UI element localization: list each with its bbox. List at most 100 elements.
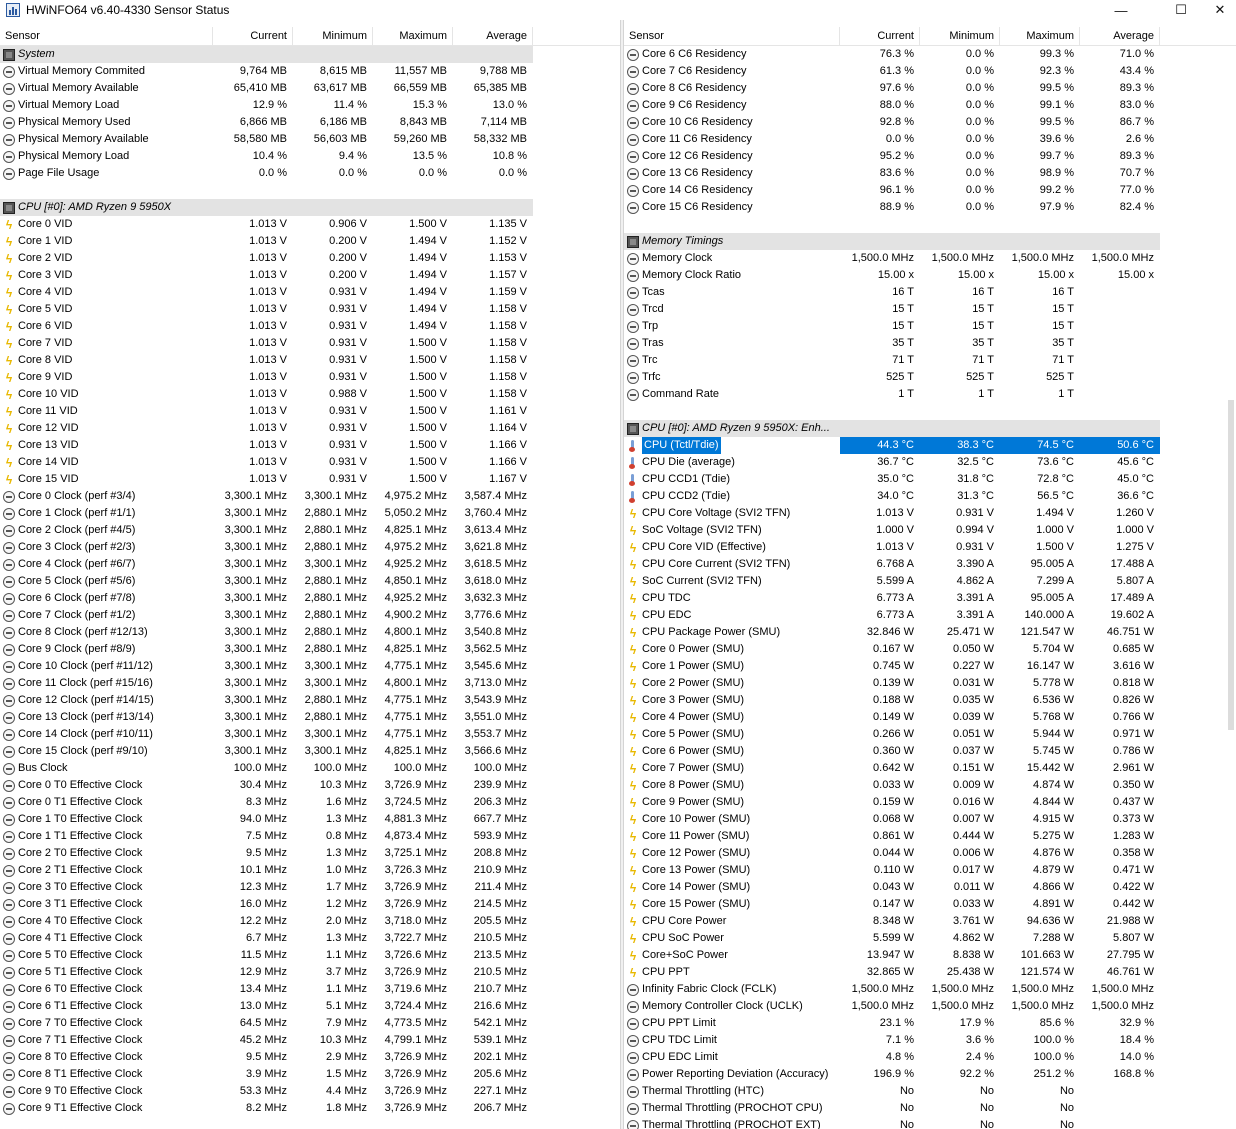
sensor-row[interactable]: Core 5 T0 Effective Clock 11.5 MHz 1.1 MHz…	[0, 947, 620, 964]
sensor-row[interactable]: Core 8 Clock (perf #12/13) 3,300.1 MHz 2,8…	[0, 624, 620, 641]
sensor-row[interactable]: ϟ Core 7 VID 1.013 V 0.931 V 1.500 V 1.158 V	[0, 335, 620, 352]
sensor-row[interactable]: Core 10 Clock (perf #11/12) 3,300.1 MHz 3,…	[0, 658, 620, 675]
sensor-row[interactable]: ϟ Core 12 Power (SMU) 0.044 W 0.006 W 4.876 …	[624, 845, 1236, 862]
sensor-row[interactable]: Core 14 C6 Residency 96.1 % 0.0 % 99.2 % 77.…	[624, 182, 1236, 199]
sensor-row[interactable]: ϟ Core 3 Power (SMU) 0.188 W 0.035 W 6.536 W…	[624, 692, 1236, 709]
sensor-row[interactable]: Power Reporting Deviation (Accuracy) 196.…	[624, 1066, 1236, 1083]
sensor-row[interactable]: ϟ Core 2 Power (SMU) 0.139 W 0.031 W 5.778 W…	[624, 675, 1236, 692]
sensor-row[interactable]: CPU TDC Limit 7.1 % 3.6 % 100.0 % 18.4 %	[624, 1032, 1236, 1049]
sensor-row[interactable]: ϟ CPU EDC 6.773 A 3.391 A 140.000 A 19.602 A	[624, 607, 1236, 624]
sensor-row[interactable]: Core 11 Clock (perf #15/16) 3,300.1 MHz 3,…	[0, 675, 620, 692]
sensor-row[interactable]: ϟ Core 3 VID 1.013 V 0.200 V 1.494 V 1.157 V	[0, 267, 620, 284]
sensor-row[interactable]: ϟ Core 5 Power (SMU) 0.266 W 0.051 W 5.944 W…	[624, 726, 1236, 743]
sensor-row[interactable]: ϟ Core 0 VID 1.013 V 0.906 V 1.500 V 1.135 V	[0, 216, 620, 233]
sensor-row[interactable]: ϟ SoC Voltage (SVI2 TFN) 1.000 V 0.994 V 1.0…	[624, 522, 1236, 539]
sensor-row[interactable]: Tcas 16 T 16 T 16 T	[624, 284, 1236, 301]
sensor-row[interactable]: Physical Memory Used 6,866 MB 6,186 MB 8,84…	[0, 114, 620, 131]
sensor-row[interactable]: ϟ Core 8 Power (SMU) 0.033 W 0.009 W 4.874 W…	[624, 777, 1236, 794]
sensor-row[interactable]: Core 1 T1 Effective Clock 7.5 MHz 0.8 MHz 4…	[0, 828, 620, 845]
header-sensor[interactable]: Sensor	[624, 27, 840, 46]
sensor-row[interactable]: ϟ Core 6 Power (SMU) 0.360 W 0.037 W 5.745 W…	[624, 743, 1236, 760]
sensor-row[interactable]: ϟ CPU Core Current (SVI2 TFN) 6.768 A 3.390…	[624, 556, 1236, 573]
sensor-row[interactable]: Core 15 C6 Residency 88.9 % 0.0 % 97.9 % 82.…	[624, 199, 1236, 216]
sensor-group-header[interactable]: CPU [#0]: AMD Ryzen 9 5950X: Enh...	[624, 420, 1236, 437]
sensor-row[interactable]: ϟ Core 9 VID 1.013 V 0.931 V 1.500 V 1.158 V	[0, 369, 620, 386]
sensor-row[interactable]: ϟ CPU SoC Power 5.599 W 4.862 W 7.288 W 5.807…	[624, 930, 1236, 947]
sensor-row[interactable]: Page File Usage 0.0 % 0.0 % 0.0 % 0.0 %	[0, 165, 620, 182]
sensor-row[interactable]: ϟ Core 2 VID 1.013 V 0.200 V 1.494 V 1.153 V	[0, 250, 620, 267]
header-maximum[interactable]: Maximum	[373, 27, 453, 46]
sensor-row[interactable]: ϟ Core 10 Power (SMU) 0.068 W 0.007 W 4.915 …	[624, 811, 1236, 828]
sensor-row[interactable]: ϟ CPU Core Voltage (SVI2 TFN) 1.013 V 0.931…	[624, 505, 1236, 522]
header-average[interactable]: Average	[453, 27, 533, 46]
sensor-row[interactable]: Memory Clock 1,500.0 MHz 1,500.0 MHz 1,500.…	[624, 250, 1236, 267]
sensor-row[interactable]: Core 12 C6 Residency 95.2 % 0.0 % 99.7 % 89.…	[624, 148, 1236, 165]
sensor-row[interactable]: ϟ Core 7 Power (SMU) 0.642 W 0.151 W 15.442 …	[624, 760, 1236, 777]
sensor-row[interactable]: ϟ Core 4 Power (SMU) 0.149 W 0.039 W 5.768 W…	[624, 709, 1236, 726]
minimize-button[interactable]: —	[1098, 0, 1144, 20]
sensor-row[interactable]: Core 0 T1 Effective Clock 8.3 MHz 1.6 MHz 3…	[0, 794, 620, 811]
sensor-row[interactable]: ϟ CPU Core Power 8.348 W 3.761 W 94.636 W 21.…	[624, 913, 1236, 930]
sensor-row[interactable]: Bus Clock 100.0 MHz 100.0 MHz 100.0 MHz 100.…	[0, 760, 620, 777]
sensor-row[interactable]: Core 2 T0 Effective Clock 9.5 MHz 1.3 MHz 3…	[0, 845, 620, 862]
sensor-row[interactable]: Core 3 Clock (perf #2/3) 3,300.1 MHz 2,880…	[0, 539, 620, 556]
sensor-row[interactable]: CPU (Tctl/Tdie) 44.3 °C 38.3 °C 74.5 °C 50.6…	[624, 437, 1236, 454]
sensor-row[interactable]: ϟ CPU Package Power (SMU) 32.846 W 25.471 W…	[624, 624, 1236, 641]
header-current[interactable]: Current	[213, 27, 293, 46]
sensor-row[interactable]: Command Rate 1 T 1 T 1 T	[624, 386, 1236, 403]
sensor-row[interactable]: Core 8 C6 Residency 97.6 % 0.0 % 99.5 % 89.3…	[624, 80, 1236, 97]
sensor-row[interactable]: Core 4 Clock (perf #6/7) 3,300.1 MHz 3,300…	[0, 556, 620, 573]
sensor-row[interactable]: Physical Memory Available 58,580 MB 56,603…	[0, 131, 620, 148]
sensor-row[interactable]: ϟ Core 11 VID 1.013 V 0.931 V 1.500 V 1.161 V	[0, 403, 620, 420]
sensor-row[interactable]: Core 4 T1 Effective Clock 6.7 MHz 1.3 MHz 3…	[0, 930, 620, 947]
header-minimum[interactable]: Minimum	[293, 27, 373, 46]
sensor-row[interactable]: Thermal Throttling (PROCHOT CPU) No No No	[624, 1100, 1236, 1117]
sensor-row[interactable]: Core 3 T1 Effective Clock 16.0 MHz 1.2 MHz…	[0, 896, 620, 913]
sensor-row[interactable]: Core 7 Clock (perf #1/2) 3,300.1 MHz 2,880…	[0, 607, 620, 624]
sensor-row[interactable]: Core 11 C6 Residency 0.0 % 0.0 % 39.6 % 2.6 …	[624, 131, 1236, 148]
sensor-row[interactable]: Core 6 T1 Effective Clock 13.0 MHz 5.1 MHz…	[0, 998, 620, 1015]
sensor-row[interactable]: Core 9 T1 Effective Clock 8.2 MHz 1.8 MHz 3…	[0, 1100, 620, 1117]
sensor-row[interactable]: ϟ Core 14 VID 1.013 V 0.931 V 1.500 V 1.166 V	[0, 454, 620, 471]
scrollbar-thumb[interactable]	[1228, 400, 1234, 730]
sensor-row[interactable]: Core 6 T0 Effective Clock 13.4 MHz 1.1 MHz…	[0, 981, 620, 998]
sensor-row[interactable]: Core 7 T1 Effective Clock 45.2 MHz 10.3 MH…	[0, 1032, 620, 1049]
sensor-row[interactable]: ϟ Core 0 Power (SMU) 0.167 W 0.050 W 5.704 W…	[624, 641, 1236, 658]
sensor-group-header[interactable]: CPU [#0]: AMD Ryzen 9 5950X	[0, 199, 620, 216]
sensor-group-header[interactable]: Memory Timings	[624, 233, 1236, 250]
sensor-row[interactable]: ϟ CPU PPT 32.865 W 25.438 W 121.574 W 46.761 …	[624, 964, 1236, 981]
sensor-row[interactable]: Memory Controller Clock (UCLK) 1,500.0 MH…	[624, 998, 1236, 1015]
sensor-row[interactable]: Core 5 T1 Effective Clock 12.9 MHz 3.7 MHz…	[0, 964, 620, 981]
sensor-row[interactable]: ϟ Core 15 VID 1.013 V 0.931 V 1.500 V 1.167 V	[0, 471, 620, 488]
sensor-row[interactable]: Core 5 Clock (perf #5/6) 3,300.1 MHz 2,880…	[0, 573, 620, 590]
left-sensor-pane[interactable]: Sensor Current Minimum Maximum Average S…	[0, 27, 620, 1129]
sensor-row[interactable]: ϟ Core 8 VID 1.013 V 0.931 V 1.500 V 1.158 V	[0, 352, 620, 369]
sensor-row[interactable]: ϟ CPU TDC 6.773 A 3.391 A 95.005 A 17.489 A	[624, 590, 1236, 607]
sensor-row[interactable]: Core 7 T0 Effective Clock 64.5 MHz 7.9 MHz…	[0, 1015, 620, 1032]
sensor-row[interactable]: Core 2 T1 Effective Clock 10.1 MHz 1.0 MHz…	[0, 862, 620, 879]
sensor-row[interactable]: Infinity Fabric Clock (FCLK) 1,500.0 MHz 1…	[624, 981, 1236, 998]
header-minimum[interactable]: Minimum	[920, 27, 1000, 46]
sensor-row[interactable]: ϟ Core 9 Power (SMU) 0.159 W 0.016 W 4.844 W…	[624, 794, 1236, 811]
sensor-row[interactable]: ϟ Core 13 VID 1.013 V 0.931 V 1.500 V 1.166 V	[0, 437, 620, 454]
sensor-row[interactable]: Core 12 Clock (perf #14/15) 3,300.1 MHz 2,…	[0, 692, 620, 709]
sensor-row[interactable]: ϟ Core 11 Power (SMU) 0.861 W 0.444 W 5.275 …	[624, 828, 1236, 845]
sensor-row[interactable]: Memory Clock Ratio 15.00 x 15.00 x 15.00 x 1…	[624, 267, 1236, 284]
header-maximum[interactable]: Maximum	[1000, 27, 1080, 46]
sensor-row[interactable]: ϟ Core 14 Power (SMU) 0.043 W 0.011 W 4.866 …	[624, 879, 1236, 896]
sensor-row[interactable]: CPU CCD2 (Tdie) 34.0 °C 31.3 °C 56.5 °C 36.6…	[624, 488, 1236, 505]
sensor-group-header[interactable]: System	[0, 46, 620, 63]
sensor-row[interactable]: Core 13 Clock (perf #13/14) 3,300.1 MHz 2,…	[0, 709, 620, 726]
sensor-row[interactable]: Thermal Throttling (PROCHOT EXT) No No No	[624, 1117, 1236, 1129]
sensor-row[interactable]: ϟ Core 1 VID 1.013 V 0.200 V 1.494 V 1.152 V	[0, 233, 620, 250]
sensor-row[interactable]: ϟ Core 4 VID 1.013 V 0.931 V 1.494 V 1.159 V	[0, 284, 620, 301]
sensor-row[interactable]: Trc 71 T 71 T 71 T	[624, 352, 1236, 369]
sensor-row[interactable]: ϟ Core 12 VID 1.013 V 0.931 V 1.500 V 1.164 V	[0, 420, 620, 437]
sensor-row[interactable]: CPU Die (average) 36.7 °C 32.5 °C 73.6 °C 45…	[624, 454, 1236, 471]
sensor-row[interactable]: Tras 35 T 35 T 35 T	[624, 335, 1236, 352]
sensor-row[interactable]: Core 15 Clock (perf #9/10) 3,300.1 MHz 3,3…	[0, 743, 620, 760]
close-button[interactable]: ✕	[1204, 0, 1236, 20]
sensor-row[interactable]: CPU CCD1 (Tdie) 35.0 °C 31.8 °C 72.8 °C 45.0…	[624, 471, 1236, 488]
sensor-row[interactable]: ϟ CPU Core VID (Effective) 1.013 V 0.931 V 1…	[624, 539, 1236, 556]
sensor-row[interactable]: ϟ Core 1 Power (SMU) 0.745 W 0.227 W 16.147 …	[624, 658, 1236, 675]
